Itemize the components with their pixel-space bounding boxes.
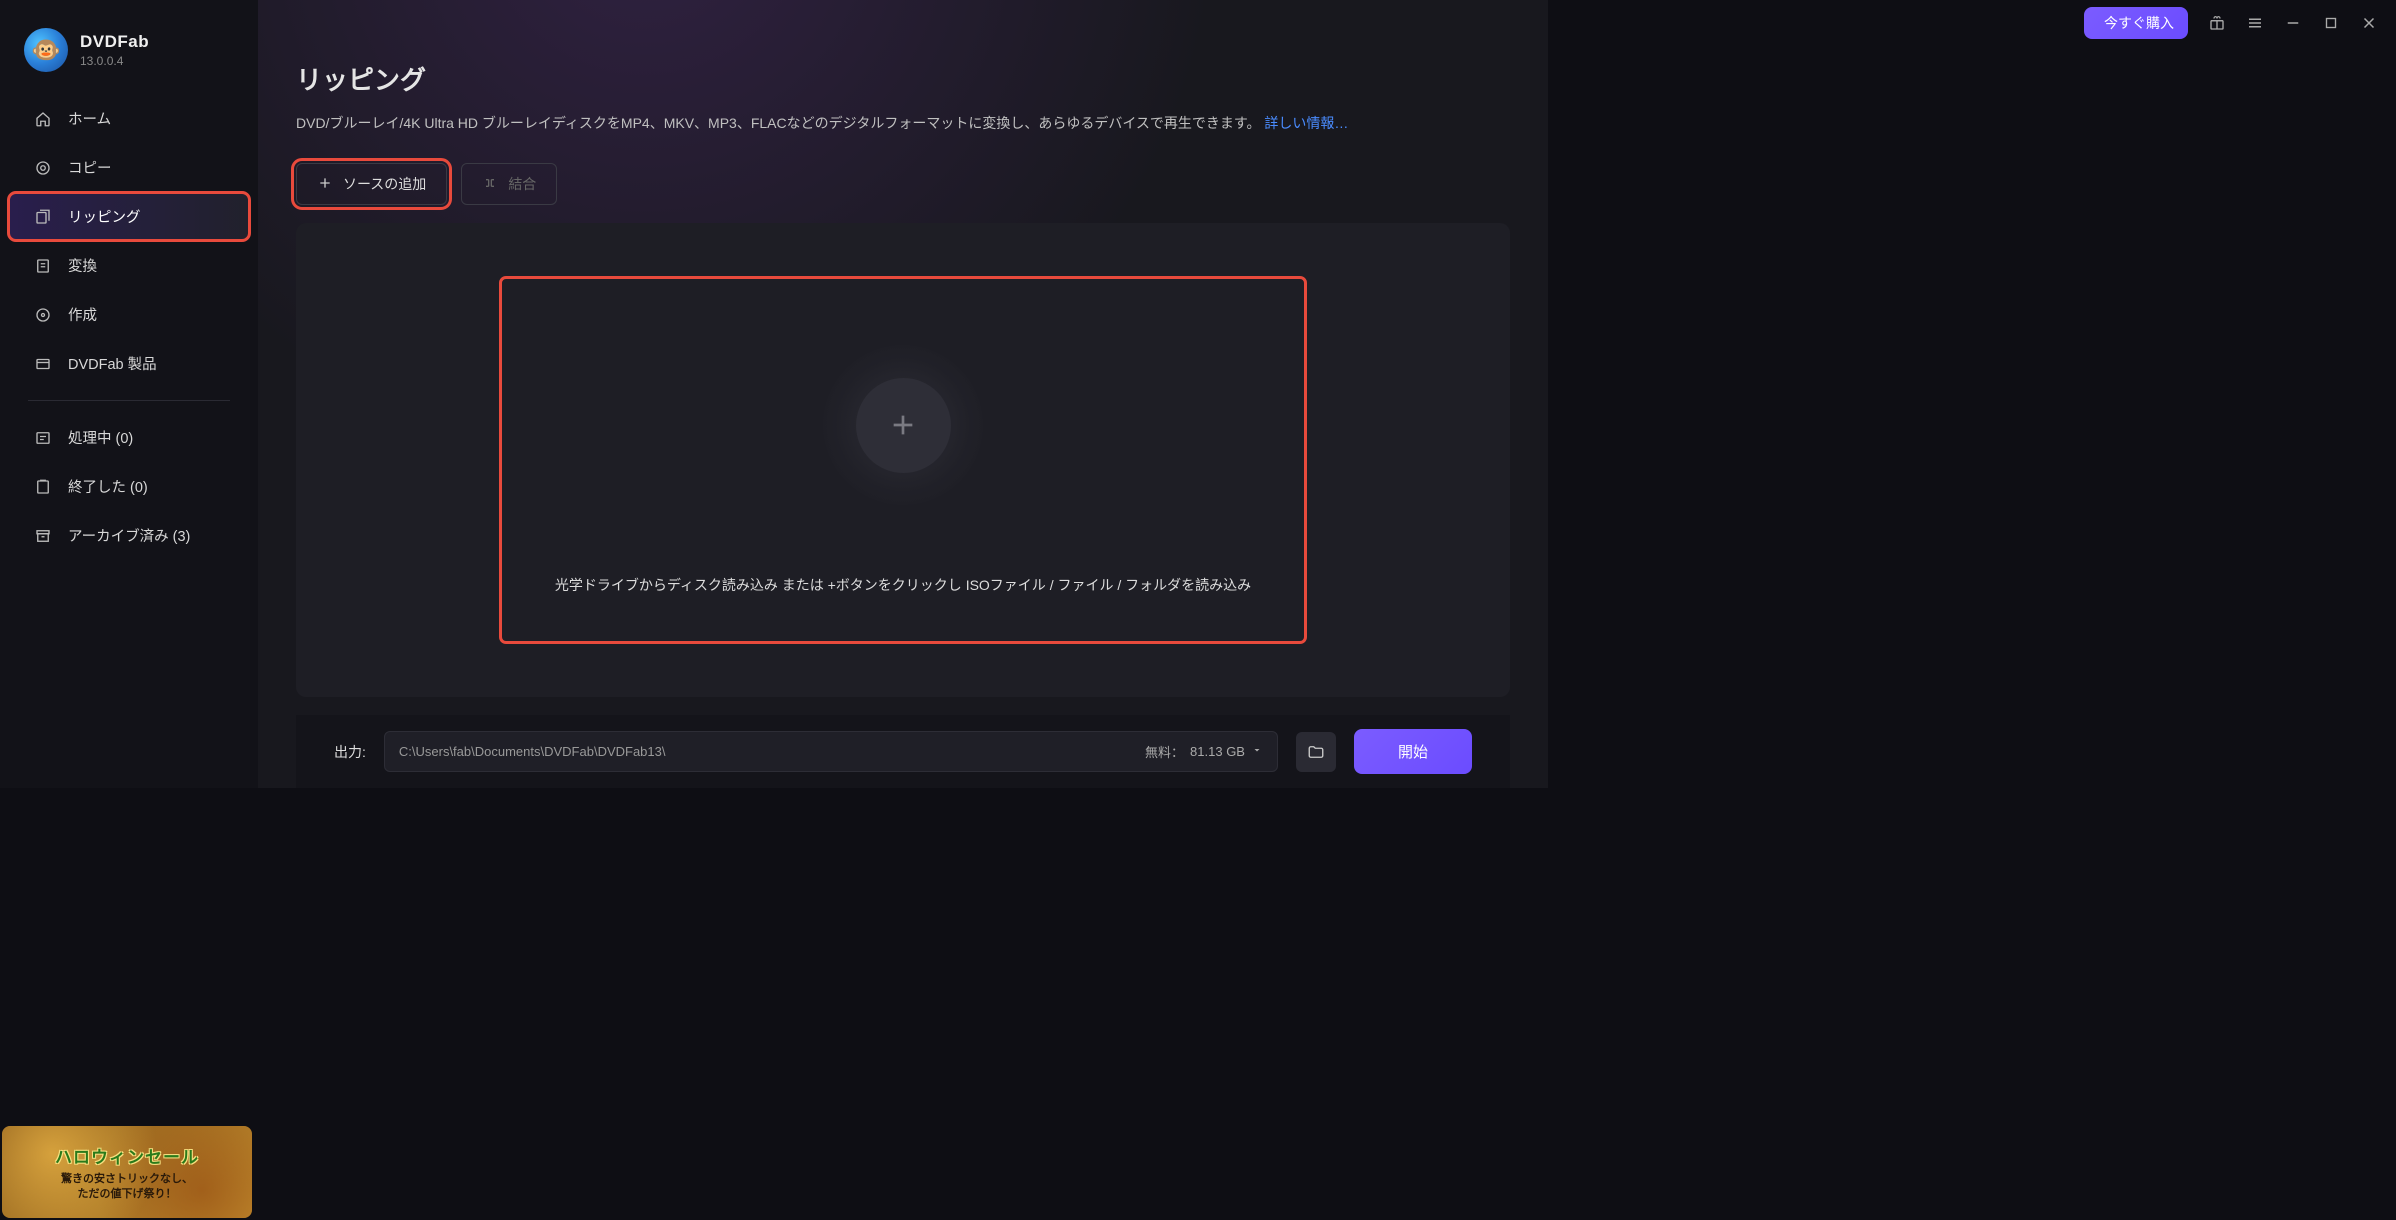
add-source-label: ソースの追加	[343, 174, 426, 194]
add-file-button[interactable]	[856, 378, 951, 473]
app-name: DVDFab	[80, 32, 149, 52]
drop-zone-wrapper: 光学ドライブからディスク読み込み または +ボタンをクリックし ISOファイル …	[296, 223, 1510, 697]
app-logo-icon: 🐵	[24, 28, 68, 72]
more-info-link[interactable]: 詳しい情報…	[1264, 115, 1348, 131]
sidebar-item-copy[interactable]: コピー	[8, 143, 250, 192]
output-label: 出力:	[334, 742, 366, 762]
buy-now-button[interactable]: 今すぐ購入	[2084, 7, 2188, 39]
main-content: リッピング DVD/ブルーレイ/4K Ultra HD ブルーレイディスクをMP…	[258, 0, 1548, 788]
close-icon[interactable]	[2360, 14, 2378, 32]
add-file-ring	[803, 325, 1003, 525]
sidebar-item-ripping[interactable]: リッピング	[8, 192, 250, 241]
home-icon	[34, 110, 52, 128]
drop-instructions: 光学ドライブからディスク読み込み または +ボタンをクリックし ISOファイル …	[555, 575, 1251, 595]
create-icon	[34, 306, 52, 324]
footer-bar: 出力: C:\Users\fab\Documents\DVDFab\DVDFab…	[296, 715, 1510, 788]
start-button[interactable]: 開始	[1354, 729, 1472, 774]
minimize-icon[interactable]	[2284, 14, 2302, 32]
plus-icon	[317, 175, 333, 194]
sidebar-item-label: リッピング	[68, 206, 141, 227]
processing-icon	[34, 429, 52, 447]
promo-subtitle: 驚きの安さトリックなし、 ただの値下げ祭り！	[61, 1172, 193, 1201]
sidebar-item-convert[interactable]: 変換	[8, 241, 250, 290]
products-icon	[34, 355, 52, 373]
promo-banner[interactable]: ハロウィンセール 驚きの安さトリックなし、 ただの値下げ祭り！	[2, 1126, 252, 1218]
ripping-icon	[34, 208, 52, 226]
app-version: 13.0.0.4	[80, 54, 149, 68]
sidebar-item-create[interactable]: 作成	[8, 290, 250, 339]
sidebar-item-label: アーカイブ済み (3)	[68, 525, 190, 546]
add-source-button[interactable]: ソースの追加	[296, 163, 447, 205]
promo-title: ハロウィンセール	[55, 1143, 199, 1168]
page-title: リッピング	[296, 60, 1510, 97]
sidebar-item-label: ホーム	[68, 108, 111, 129]
sidebar-item-archived[interactable]: アーカイブ済み (3)	[8, 511, 250, 560]
output-path-field[interactable]: C:\Users\fab\Documents\DVDFab\DVDFab13\ …	[384, 731, 1278, 772]
sidebar-item-label: コピー	[68, 157, 112, 178]
merge-icon	[482, 175, 498, 194]
drop-zone[interactable]: 光学ドライブからディスク読み込み または +ボタンをクリックし ISOファイル …	[502, 279, 1304, 641]
merge-label: 結合	[508, 174, 536, 194]
sidebar-item-label: 終了した (0)	[68, 476, 148, 497]
sidebar-item-processing[interactable]: 処理中 (0)	[8, 413, 250, 462]
sidebar-item-home[interactable]: ホーム	[8, 94, 250, 143]
finished-icon	[34, 478, 52, 496]
sidebar-item-label: 作成	[68, 304, 97, 325]
page-description: DVD/ブルーレイ/4K Ultra HD ブルーレイディスクをMP4、MKV、…	[296, 113, 1510, 133]
menu-icon[interactable]	[2246, 14, 2264, 32]
copy-icon	[34, 159, 52, 177]
free-space: 無料： 81.13 GB	[1145, 742, 1263, 761]
sidebar: 🐵 DVDFab 13.0.0.4 ホーム コピー	[0, 0, 258, 788]
merge-button[interactable]: 結合	[461, 163, 557, 205]
sidebar-item-label: 変換	[68, 255, 97, 276]
convert-icon	[34, 257, 52, 275]
browse-folder-button[interactable]	[1296, 732, 1336, 772]
gift-icon[interactable]	[2208, 14, 2226, 32]
sidebar-item-finished[interactable]: 終了した (0)	[8, 462, 250, 511]
logo-area: 🐵 DVDFab 13.0.0.4	[0, 18, 258, 94]
sidebar-item-label: DVDFab 製品	[68, 353, 157, 374]
output-path-text: C:\Users\fab\Documents\DVDFab\DVDFab13\	[399, 744, 666, 759]
sidebar-item-label: 処理中 (0)	[68, 427, 133, 448]
archive-icon	[34, 527, 52, 545]
buy-now-label: 今すぐ購入	[2104, 13, 2174, 33]
sidebar-divider	[28, 400, 230, 401]
sidebar-item-products[interactable]: DVDFab 製品	[8, 339, 250, 388]
maximize-icon[interactable]	[2322, 14, 2340, 32]
chevron-down-icon[interactable]	[1251, 744, 1263, 759]
